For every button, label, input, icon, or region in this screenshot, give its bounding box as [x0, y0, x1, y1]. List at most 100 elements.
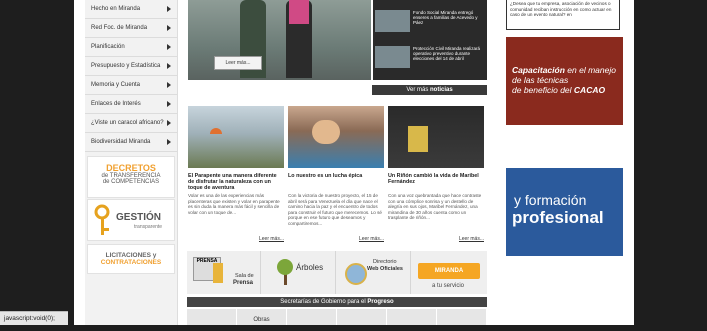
arrow-right-icon: [167, 82, 171, 88]
cacao-line1: Capacitación: [512, 65, 565, 75]
person-shape: [408, 126, 428, 152]
arrow-right-icon: [167, 101, 171, 107]
directorio-line2: Web Oficiales: [367, 266, 403, 272]
hero-side-text: Fondo Social Miranda entregó enseres a f…: [413, 10, 478, 25]
secretaria-label: Obras: [253, 317, 270, 323]
person-shape: [312, 120, 340, 144]
sidebar-item-label: ¿Viste un caracol africano?: [91, 120, 164, 126]
news-body: Con una voz quebrantada que hace contras…: [388, 193, 482, 220]
formacion-line2: profesional: [512, 208, 604, 227]
secretaria-cell[interactable]: [337, 309, 387, 325]
hero-slider[interactable]: Leer más...: [188, 0, 371, 80]
sidebar-item-caracol[interactable]: ¿Viste un caracol africano?: [85, 114, 177, 133]
licitaciones-banner[interactable]: LICITACIONES y CONTRATACIONES: [87, 244, 175, 274]
secretaria-cell[interactable]: [287, 309, 337, 325]
cacao-line2: de las técnicas: [512, 75, 569, 85]
arrow-right-icon: [167, 25, 171, 31]
sidebar-item-label: Enlaces de Interés: [91, 101, 141, 107]
decretos-title: DECRETOS: [106, 163, 156, 173]
news-body: Volar es una de las experiencias más pla…: [188, 193, 280, 215]
news-image-rinon[interactable]: [388, 106, 484, 168]
arrow-right-icon: [167, 63, 171, 69]
thumbnail: [375, 10, 410, 32]
miranda-line1: MIRANDA: [418, 263, 480, 279]
sidebar-item-red-foc[interactable]: Red Foc. de Miranda: [85, 19, 177, 38]
secretaria-cell-obras[interactable]: Obras: [237, 309, 287, 325]
licitaciones-line1: LICITACIONES y: [105, 252, 157, 259]
folder-icon: [213, 263, 223, 283]
gestion-title: GESTIÓN: [116, 212, 162, 223]
sidebar-item-planificacion[interactable]: Planificación: [85, 38, 177, 57]
secretaria-cell[interactable]: [437, 309, 487, 325]
sidebar-item-label: Presupuesto y Estadística: [91, 63, 161, 69]
miranda-line2: a tu servicio: [432, 283, 465, 289]
capacitacion-cacao-banner[interactable]: Capacitación en el manejo de las técnica…: [506, 37, 623, 125]
left-sidebar: Hecho en Miranda Red Foc. de Miranda Pla…: [85, 0, 178, 325]
leer-mas-link[interactable]: Leer más...: [259, 236, 284, 242]
sidebar-item-hecho-en-miranda[interactable]: Hecho en Miranda: [85, 0, 177, 19]
arrow-right-icon: [167, 120, 171, 126]
formacion-profesional-banner[interactable]: y formación profesional: [506, 168, 623, 256]
status-bar: javascript:void(0);: [0, 311, 68, 325]
globe-icon: [345, 263, 367, 285]
sidebar-item-memoria[interactable]: Memoria y Cuenta: [85, 76, 177, 95]
secretaria-cell[interactable]: [187, 309, 237, 325]
decretos-line3: de COMPETENCIAS: [102, 179, 160, 185]
decretos-banner[interactable]: DECRETOS de TRANSFERENCIA de COMPETENCIA…: [87, 156, 175, 198]
sidebar-item-label: Memoria y Cuenta: [91, 82, 141, 88]
arrow-right-icon: [167, 139, 171, 145]
leer-mas-link[interactable]: Leer más...: [459, 236, 484, 242]
sidebar-item-label: Hecho en Miranda: [91, 6, 141, 12]
arboles-label: Árboles: [296, 263, 324, 272]
miranda-a-tu-servicio-banner[interactable]: MIRANDA a tu servicio: [412, 251, 486, 294]
sidebar-item-enlaces[interactable]: Enlaces de Interés: [85, 95, 177, 114]
cacao-line1b: en el manejo: [567, 65, 616, 75]
right-sidebar: ¿Desea que tu empresa, asociación de vec…: [498, 0, 634, 325]
hero-side-item[interactable]: Protección Civil Miranda realizará opera…: [375, 44, 485, 70]
sidebar-item-presupuesto[interactable]: Presupuesto y Estadística: [85, 57, 177, 76]
hero-side-text: Protección Civil Miranda realizará opera…: [413, 46, 481, 61]
news-image-parapente[interactable]: [188, 106, 284, 168]
proteccion-civil-text[interactable]: ¿Desea que tu empresa, asociación de vec…: [506, 0, 620, 30]
secretarias-prefix: Secretarías de Gobierno para el: [280, 299, 366, 305]
sidebar-item-label: Planificación: [91, 44, 125, 50]
formacion-line1: y formación: [514, 192, 587, 208]
arrow-right-icon: [167, 44, 171, 50]
secretarias-bar: Secretarías de Gobierno para el Progreso: [187, 297, 487, 307]
cacao-text: Capacitación en el manejo de las técnica…: [512, 65, 622, 95]
tree-icon: [277, 259, 293, 285]
news-card: Un Riñón cambió la vida de Maribel Ferná…: [388, 106, 484, 246]
directorio-web-banner[interactable]: Directorio Web Oficiales: [337, 251, 411, 294]
directorio-line1: Directorio: [373, 259, 397, 265]
sidebar-item-label: Red Foc. de Miranda: [91, 25, 148, 31]
paraglider-shape: [210, 128, 222, 134]
ver-mas-bold: noticias: [430, 87, 453, 93]
arrow-right-icon: [167, 6, 171, 12]
sala-line1: Sala de: [235, 273, 254, 279]
cacao-line3b: CACAO: [573, 85, 606, 95]
news-body: Con la victoria de nuestro proyecto, el …: [288, 193, 382, 226]
arboles-banner[interactable]: Árboles: [262, 251, 336, 294]
licitaciones-line2: CONTRATACIONES: [100, 259, 162, 266]
sidebar-item-biodiversidad[interactable]: Biodiversidad Miranda: [85, 133, 177, 152]
ver-mas-noticias-button[interactable]: Ver más noticias: [372, 85, 487, 95]
leer-mas-link[interactable]: Leer más...: [359, 236, 384, 242]
service-banners: PRENSA Sala de Prensa Árboles Directorio…: [187, 251, 487, 294]
news-title[interactable]: El Parapente una manera diferente de dis…: [188, 173, 284, 191]
gestion-transparente-banner[interactable]: GESTIÓN transparente: [87, 199, 175, 241]
sala-de-prensa-banner[interactable]: PRENSA Sala de Prensa: [187, 251, 261, 294]
hero-shirt: [289, 0, 309, 24]
ver-mas-prefix: Ver más: [406, 87, 429, 93]
news-card: Lo nuestro es un lucha épica Con la vict…: [288, 106, 384, 246]
secretaria-cell[interactable]: [387, 309, 437, 325]
news-title[interactable]: Un Riñón cambió la vida de Maribel Ferná…: [388, 173, 484, 185]
secretarias-bold: Progreso: [367, 299, 394, 305]
cacao-line3: de beneficio del: [512, 85, 572, 95]
sidebar-item-label: Biodiversidad Miranda: [91, 139, 151, 145]
hero-side-list: Fondo Social Miranda entregó enseres a f…: [373, 0, 487, 80]
hero-leer-mas-button[interactable]: Leer más...: [214, 56, 262, 70]
news-card: El Parapente una manera diferente de dis…: [188, 106, 284, 246]
key-icon: [94, 204, 110, 235]
news-title[interactable]: Lo nuestro es un lucha épica: [288, 173, 384, 179]
hero-side-item[interactable]: Fondo Social Miranda entregó enseres a f…: [375, 8, 485, 34]
